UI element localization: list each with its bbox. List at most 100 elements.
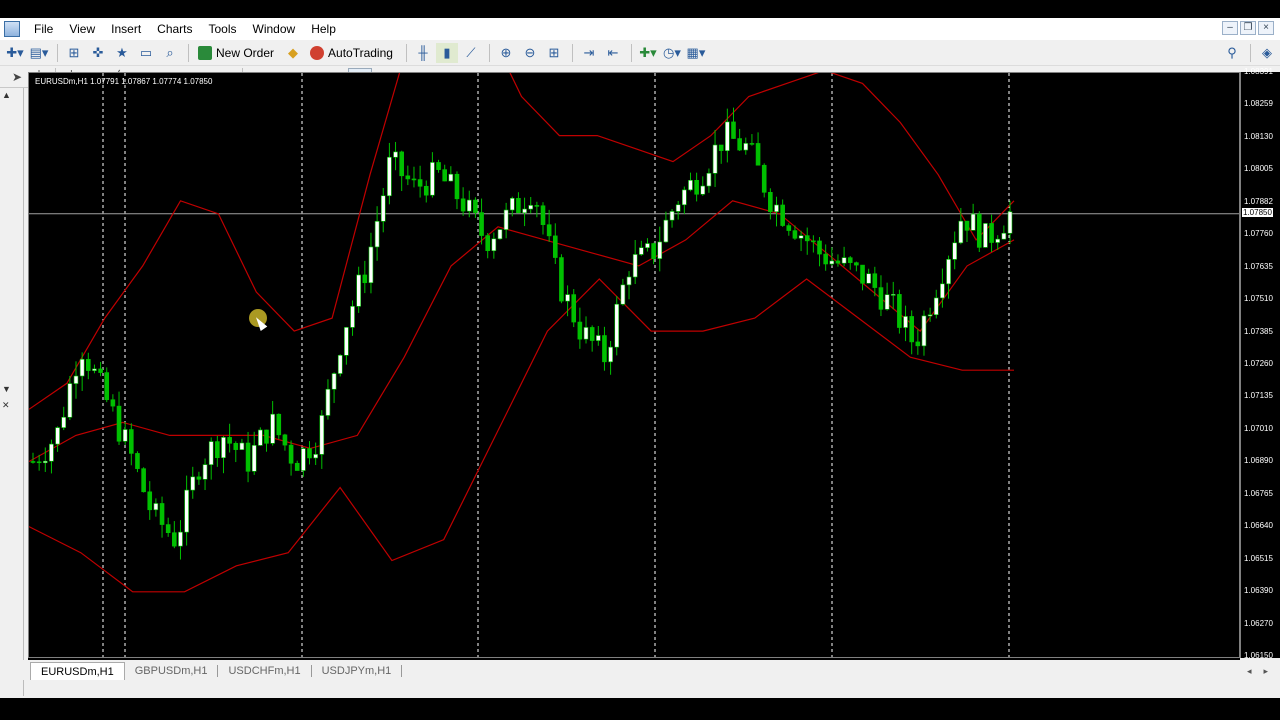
candle-bullish [657, 241, 663, 259]
candle-bullish [331, 373, 337, 390]
tab-usdchfm-h1[interactable]: USDCHFm,H1 [218, 662, 310, 680]
market-watch-icon[interactable]: ⊞ [63, 43, 85, 63]
candle-bullish [663, 219, 669, 243]
price-axis-label: 1.08005 [1244, 164, 1273, 174]
candle-bullish [725, 121, 730, 151]
candle-bullish [970, 213, 976, 231]
chart-canvas[interactable] [29, 73, 1239, 657]
chart-window[interactable]: EURUSDm,H1 1.07791 1.07867 1.07774 1.078… [28, 72, 1240, 658]
candle-bullish [509, 198, 515, 211]
cursor-tool-icon[interactable]: ➤ [6, 68, 28, 86]
periods-icon[interactable]: ◷▾ [661, 43, 683, 63]
price-axis-label: 1.07510 [1244, 294, 1273, 304]
toolbar-divider [1250, 43, 1251, 62]
line-chart-icon[interactable]: ⟋ [460, 43, 482, 63]
candle-bullish [522, 208, 527, 214]
candle-bullish [270, 413, 275, 444]
new-order-label: New Order [216, 45, 275, 60]
candle-bearish [804, 235, 810, 242]
indicators-icon[interactable]: ✚▾ [637, 43, 659, 63]
candle-bearish [731, 121, 736, 139]
menu-tools[interactable]: Tools [203, 18, 247, 40]
price-axis[interactable]: 1.08391 1.08259 1.08130 1.08005 1.07882 1.077… [1240, 67, 1280, 660]
panel-collapse-icon[interactable]: ✕ [2, 400, 10, 411]
candle-bullish [239, 442, 245, 450]
candle-bullish [890, 294, 896, 296]
new-chart-icon[interactable]: ✚▾ [4, 43, 26, 63]
menu-file[interactable]: File [28, 18, 63, 40]
candle-bullish [190, 476, 196, 491]
zoom-out-icon[interactable]: ⊖ [519, 43, 541, 63]
close-icon[interactable]: × [1258, 21, 1274, 35]
candle-bullish [380, 195, 386, 222]
price-axis-label: 1.08259 [1244, 99, 1273, 109]
candle-bullish [632, 254, 638, 278]
candle-bearish [860, 264, 865, 284]
restore-icon[interactable]: ❐ [1240, 21, 1256, 35]
candle-bearish [516, 198, 521, 214]
candle-bearish [135, 453, 140, 469]
price-axis-label: 1.07635 [1244, 261, 1273, 271]
menu-charts[interactable]: Charts [151, 18, 202, 40]
toolbar-divider [630, 43, 632, 62]
panel-pin-icon[interactable]: ▲ [2, 90, 11, 100]
candle-bullish [325, 388, 331, 416]
candle-bearish [436, 162, 441, 170]
candle-bullish [313, 454, 318, 459]
tile-icon[interactable]: ⊞ [543, 43, 565, 63]
candlestick-icon[interactable]: ▮ [435, 42, 458, 63]
candle-bullish [669, 211, 675, 221]
terminal-icon[interactable]: ▭ [135, 43, 157, 63]
candle-bullish [743, 143, 749, 151]
candle-bullish [995, 238, 1001, 243]
candle-bearish [780, 204, 785, 226]
candle-bearish [116, 405, 122, 442]
strategy-tester-icon[interactable]: ⌕ [159, 43, 181, 63]
menu-window[interactable]: Window [247, 18, 306, 40]
candle-bearish [215, 441, 220, 459]
autotrading-button[interactable]: AutoTrading [306, 43, 397, 63]
tab-eurusdm-h1[interactable]: EURUSDm,H1 [30, 662, 125, 680]
candle-bullish [583, 327, 589, 340]
candle-bullish [841, 257, 847, 264]
menu-view[interactable]: View [63, 18, 105, 40]
candle-bullish [706, 172, 712, 187]
bar-chart-icon[interactable]: ╫ [412, 43, 434, 63]
community-icon[interactable]: ◈ [1256, 43, 1278, 63]
profiles-icon[interactable]: ▤▾ [28, 43, 50, 63]
minimize-icon[interactable]: – [1222, 21, 1238, 35]
toolbar-divider [405, 43, 407, 62]
menu-help[interactable]: Help [305, 18, 346, 40]
panel-scroll-down-icon[interactable]: ▼ [2, 384, 11, 394]
candle-bearish [872, 273, 878, 288]
price-axis-label: 1.07385 [1244, 326, 1273, 336]
templates-icon[interactable]: ▦▾ [685, 43, 707, 63]
tab-scroll-left-icon[interactable]: ◂ [1247, 666, 1252, 677]
candle-bullish [497, 229, 503, 240]
candle-bullish [675, 204, 681, 212]
candle-bearish [454, 173, 460, 200]
autoscroll-icon[interactable]: ⇥ [578, 43, 600, 63]
zoom-in-icon[interactable]: ⊕ [495, 43, 517, 63]
candle-bullish [645, 243, 650, 248]
price-axis-label: 1.06890 [1244, 456, 1273, 466]
candle-bearish [165, 524, 171, 533]
new-order-button[interactable]: New Order [194, 43, 278, 63]
autotrading-label: AutoTrading [328, 45, 393, 60]
candle-bearish [288, 444, 294, 464]
tab-scroll-right-icon[interactable]: ▸ [1263, 666, 1268, 677]
candle-bearish [30, 461, 36, 463]
tab-usdjpym-h1[interactable]: USDJPYm,H1 [312, 662, 402, 680]
menu-insert[interactable]: Insert [105, 18, 151, 40]
metaeditor-icon[interactable]: ◆ [282, 43, 304, 63]
chart-shift-icon[interactable]: ⇤ [602, 43, 624, 63]
search-icon[interactable]: ⚲ [1221, 43, 1243, 63]
candle-bearish [196, 476, 202, 480]
navigator-icon[interactable]: ✜ [87, 43, 109, 63]
candle-bearish [546, 224, 552, 237]
candle-bearish [417, 179, 423, 187]
data-window-icon[interactable]: ★ [111, 43, 133, 63]
candle-bearish [129, 429, 134, 454]
candle-bearish [294, 462, 300, 471]
tab-gbpusdm-h1[interactable]: GBPUSDm,H1 [125, 662, 218, 680]
